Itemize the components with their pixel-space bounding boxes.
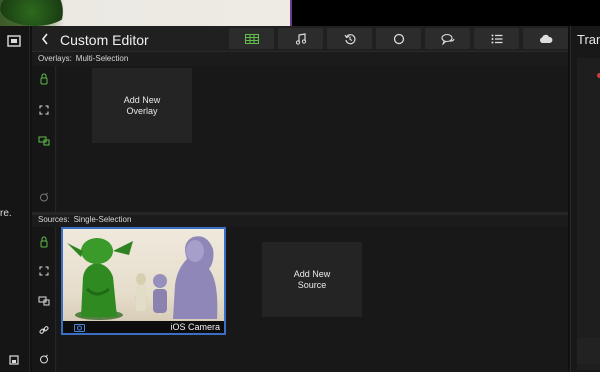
- grid-icon: [244, 33, 259, 44]
- right-panel: Tran: [570, 26, 600, 372]
- back-button[interactable]: [38, 30, 52, 48]
- source-fit-button[interactable]: [36, 264, 52, 278]
- overlays-tool-strip: [32, 66, 56, 212]
- tag-icon: [40, 192, 48, 202]
- add-source-button[interactable]: Add New Source: [262, 242, 362, 317]
- tab-music[interactable]: [278, 28, 323, 49]
- save-button[interactable]: [0, 352, 28, 368]
- sources-tool-strip: [32, 227, 56, 372]
- fullscreen-icon: [39, 266, 49, 276]
- overlay-tag-button[interactable]: [36, 190, 52, 204]
- source-thumbnail: [63, 229, 224, 321]
- overlays-section-label: Overlays: Multi-Selection: [38, 54, 132, 63]
- sources-section-label: Sources: Single-Selection: [38, 215, 135, 224]
- scene-grid-button[interactable]: [0, 30, 28, 52]
- sources-label-prefix: Sources:: [38, 215, 70, 224]
- scene-preview-thumbnail[interactable]: [0, 0, 292, 26]
- page-title: Custom Editor: [60, 32, 149, 48]
- tab-list[interactable]: [474, 28, 519, 49]
- custom-editor-panel: Custom Editor Overlays: Multi-Selection …: [32, 26, 568, 372]
- top-bar-empty: [292, 0, 600, 26]
- chevron-left-icon: [41, 33, 48, 45]
- circle-icon: [393, 33, 404, 44]
- scene-grid-icon: [7, 35, 21, 47]
- source-card-ios-camera[interactable]: iOS Camera: [61, 227, 226, 335]
- source-name: iOS Camera: [170, 322, 220, 332]
- left-edge-truncated-text: re.: [0, 208, 12, 219]
- source-link-button[interactable]: [36, 323, 52, 337]
- lock-icon: [40, 73, 48, 85]
- overlays-label-mode: Multi-Selection: [75, 54, 129, 63]
- right-panel-title[interactable]: Tran: [577, 32, 600, 47]
- left-edge-panel: re.: [0, 26, 30, 372]
- tab-chat[interactable]: [425, 28, 470, 49]
- overlay-lock-button[interactable]: [36, 72, 52, 86]
- save-icon: [9, 355, 19, 365]
- lock-icon: [40, 236, 48, 248]
- overlay-display-button[interactable]: [36, 134, 52, 148]
- source-caption-bar: iOS Camera: [63, 321, 224, 333]
- source-lock-button[interactable]: [36, 235, 52, 249]
- tab-circle[interactable]: [376, 28, 421, 49]
- cloud-icon: [539, 34, 552, 43]
- display-icon: [38, 136, 50, 146]
- right-panel-bottom-area: [577, 338, 600, 364]
- chat-bubbles-icon: [440, 33, 455, 45]
- source-tag-button[interactable]: [36, 352, 52, 366]
- camera-preview-image: [67, 236, 218, 320]
- display-icon: [38, 296, 50, 306]
- tab-history[interactable]: [327, 28, 372, 49]
- tag-icon: [40, 354, 48, 364]
- fullscreen-icon: [39, 105, 49, 115]
- right-panel-content: [577, 58, 600, 370]
- tab-grid[interactable]: [229, 28, 274, 49]
- history-icon: [344, 33, 356, 44]
- music-note-icon: [295, 32, 306, 45]
- overlays-label-prefix: Overlays:: [38, 54, 72, 63]
- sources-label-mode: Single-Selection: [73, 215, 132, 224]
- overlay-fit-button[interactable]: [36, 103, 52, 117]
- camera-icon: [73, 322, 85, 332]
- tab-cloud[interactable]: [523, 28, 568, 49]
- editor-tabbar: [229, 28, 568, 49]
- list-icon: [491, 34, 502, 43]
- link-icon: [39, 326, 49, 334]
- source-display-button[interactable]: [36, 294, 52, 308]
- editor-header: Custom Editor: [32, 26, 568, 52]
- add-overlay-button[interactable]: Add New Overlay: [92, 68, 192, 143]
